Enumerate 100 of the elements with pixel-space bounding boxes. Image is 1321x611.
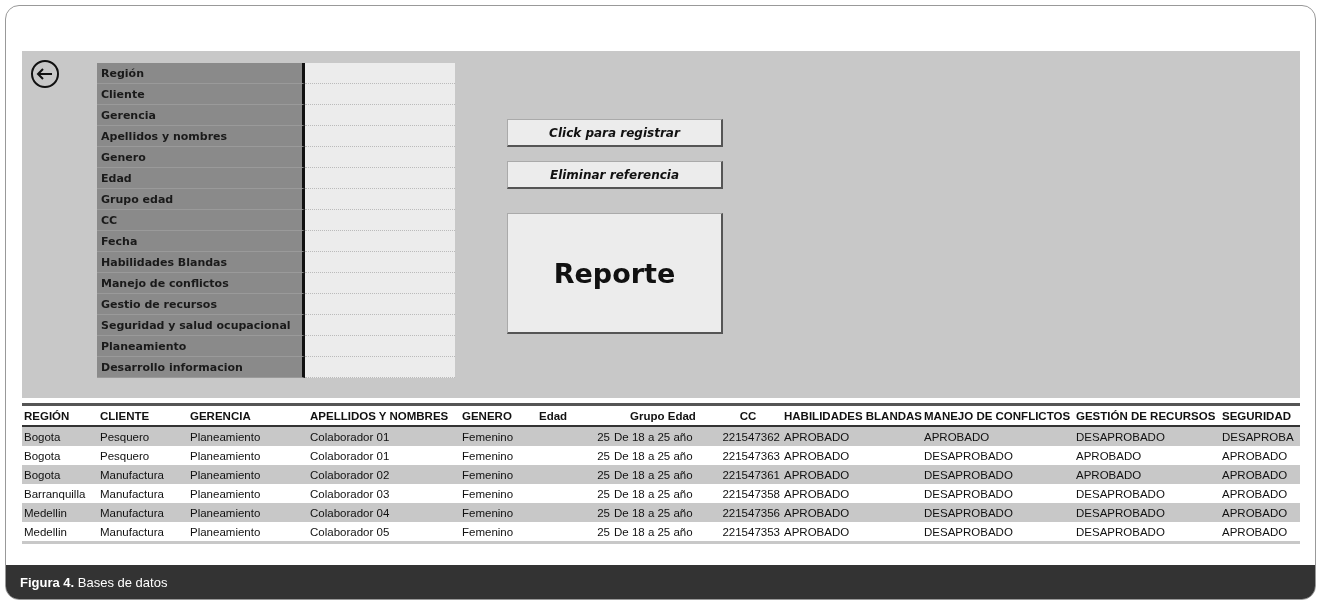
table-cell-text: Planeamiento bbox=[189, 430, 262, 443]
table-cell-text: Colaborador 04 bbox=[309, 506, 391, 519]
table-cell-text: DESAPROBADO bbox=[923, 487, 1014, 500]
table-cell-text: Colaborador 03 bbox=[309, 487, 391, 500]
caption-text: Figura 4. Bases de datos bbox=[20, 574, 168, 590]
table-cell-text: Manufactura bbox=[99, 525, 165, 538]
field-label: Apellidos y nombres bbox=[97, 126, 305, 147]
table-cell-text: DESAPROBADO bbox=[923, 506, 1014, 519]
field-label: Fecha bbox=[97, 231, 305, 252]
table-cell-text: APROBADO bbox=[783, 430, 851, 443]
field-label: Gerencia bbox=[97, 105, 305, 126]
column-header: CLIENTE bbox=[99, 409, 151, 422]
table-cell-text: APROBADO bbox=[1221, 468, 1289, 481]
table-cell-text: Barranquilla bbox=[23, 487, 87, 500]
table-cell-text: APROBADO bbox=[783, 468, 851, 481]
table-cell-text: Colaborador 01 bbox=[309, 430, 391, 443]
table-cell-text: Planeamiento bbox=[189, 468, 262, 481]
column-header: CC bbox=[738, 409, 758, 422]
table-cell-text: Manufactura bbox=[99, 506, 165, 519]
table-cell-text: De 18 a 25 año bbox=[613, 430, 694, 443]
table-cell-text: 25 bbox=[596, 449, 611, 462]
field-label: Gestio de recursos bbox=[97, 294, 305, 315]
field-label: Edad bbox=[97, 168, 305, 189]
table-cell-text: Femenino bbox=[461, 506, 515, 519]
table-cell-text: De 18 a 25 año bbox=[613, 506, 694, 519]
input-field[interactable] bbox=[305, 105, 455, 126]
table-cell-text: De 18 a 25 año bbox=[613, 525, 694, 538]
input-field[interactable] bbox=[305, 63, 455, 84]
table-cell-text: Planeamiento bbox=[189, 525, 262, 538]
table-cell-text: 25 bbox=[596, 487, 611, 500]
table-cell-text: APROBADO bbox=[783, 525, 851, 538]
input-field[interactable] bbox=[305, 189, 455, 210]
table-cell-text: Femenino bbox=[461, 487, 515, 500]
table-cell-text: 221547363 bbox=[721, 449, 781, 462]
action-button[interactable]: Click para registrar bbox=[507, 119, 723, 147]
action-button[interactable]: Eliminar referencia bbox=[507, 161, 723, 189]
table-cell-text: Planeamiento bbox=[189, 449, 262, 462]
table-cell-text: Bogota bbox=[23, 430, 62, 443]
table-cell-text: Femenino bbox=[461, 430, 515, 443]
table-cell-text: DESAPROBADO bbox=[1075, 487, 1166, 500]
table-cell-text: DESAPROBADO bbox=[923, 525, 1014, 538]
field-label: Desarrollo informacion bbox=[97, 357, 305, 378]
column-header: Edad bbox=[538, 409, 569, 422]
table-cell-text: APROBADO bbox=[1075, 468, 1143, 481]
table-cell-text: APROBADO bbox=[1221, 506, 1289, 519]
report-button[interactable]: Reporte bbox=[507, 213, 723, 334]
input-field[interactable] bbox=[305, 315, 455, 336]
column-header: MANEJO DE CONFLICTOS bbox=[923, 409, 1072, 422]
column-header: HABILIDADES BLANDAS bbox=[783, 409, 922, 422]
column-header: REGIÓN bbox=[23, 409, 71, 422]
input-field[interactable] bbox=[305, 210, 455, 231]
input-field[interactable] bbox=[305, 294, 455, 315]
table-cell-text: De 18 a 25 año bbox=[613, 468, 694, 481]
input-field[interactable] bbox=[305, 84, 455, 105]
input-field[interactable] bbox=[305, 168, 455, 189]
table-cell-text: De 18 a 25 año bbox=[613, 487, 694, 500]
input-field[interactable] bbox=[305, 252, 455, 273]
input-field[interactable] bbox=[305, 336, 455, 357]
column-header: SEGURIDAD bbox=[1221, 409, 1292, 422]
table-cell-text: DESAPROBADO bbox=[1075, 506, 1166, 519]
table-cell-text: Femenino bbox=[461, 449, 515, 462]
table-cell-text: Pesquero bbox=[99, 449, 151, 462]
table-cell-text: APROBADO bbox=[783, 449, 851, 462]
column-header: Grupo Edad bbox=[629, 409, 697, 422]
field-label: Cliente bbox=[97, 84, 305, 105]
table-cell-text: APROBADO bbox=[783, 487, 851, 500]
column-header: GESTIÓN DE RECURSOS bbox=[1075, 409, 1217, 422]
table-cell-text: Colaborador 05 bbox=[309, 525, 391, 538]
table-cell-text: APROBADO bbox=[923, 430, 991, 443]
table-cell-text: Medellin bbox=[23, 506, 68, 519]
table-cell-text: APROBADO bbox=[1075, 449, 1143, 462]
table-cell-text: Medellin bbox=[23, 525, 68, 538]
table-cell-text: 221547361 bbox=[721, 468, 781, 481]
input-field[interactable] bbox=[305, 126, 455, 147]
table-cell-text: 221547358 bbox=[721, 487, 781, 500]
table-cell-text: Planeamiento bbox=[189, 506, 262, 519]
table-cell-text: 221547362 bbox=[721, 430, 781, 443]
table-cell-text: Pesquero bbox=[99, 430, 151, 443]
column-header: GERENCIA bbox=[189, 409, 252, 422]
table-cell-text: 25 bbox=[596, 468, 611, 481]
table-cell-text: DESAPROBADO bbox=[923, 449, 1014, 462]
table-cell-text: APROBADO bbox=[1221, 525, 1289, 538]
table-cell-text: DESAPROBADO bbox=[923, 468, 1014, 481]
field-label: Habilidades Blandas bbox=[97, 252, 305, 273]
field-label: Región bbox=[97, 63, 305, 84]
table-cell-text: Colaborador 02 bbox=[309, 468, 391, 481]
table-cell-text: Bogota bbox=[23, 468, 62, 481]
field-label: Manejo de conflictos bbox=[97, 273, 305, 294]
table-cell-text: Bogota bbox=[23, 449, 62, 462]
input-field[interactable] bbox=[305, 231, 455, 252]
input-field[interactable] bbox=[305, 147, 455, 168]
column-header: GENERO bbox=[461, 409, 513, 422]
column-header: APELLIDOS Y NOMBRES bbox=[309, 409, 450, 422]
input-field[interactable] bbox=[305, 273, 455, 294]
input-field[interactable] bbox=[305, 357, 455, 378]
table-cell-text: Planeamiento bbox=[189, 487, 262, 500]
table-cell-text: Femenino bbox=[461, 468, 515, 481]
table-cell-text: APROBADO bbox=[783, 506, 851, 519]
table-cell-text: 221547353 bbox=[721, 525, 781, 538]
table-cell-text: APROBADO bbox=[1221, 487, 1289, 500]
